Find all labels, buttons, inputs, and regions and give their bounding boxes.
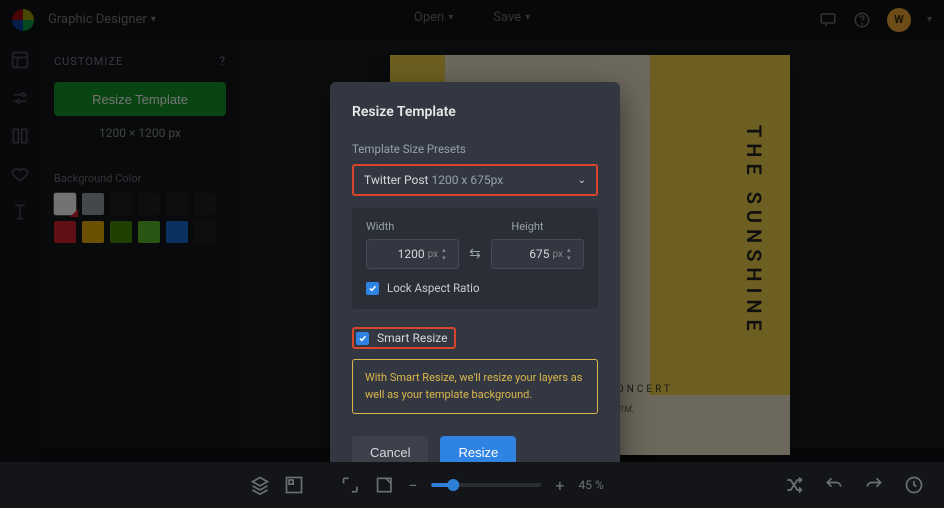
app-title-label: Graphic Designer [48, 12, 147, 27]
height-input[interactable]: 675 px ▴▾ [491, 239, 584, 269]
chevron-down-icon: ▾ [448, 12, 453, 23]
preset-label: Template Size Presets [352, 142, 598, 156]
text-icon[interactable] [10, 202, 30, 222]
app-title-dropdown[interactable]: Graphic Designer ▾ [48, 12, 156, 27]
stepper-icon[interactable]: ▴▾ [442, 246, 452, 262]
layout-icon[interactable] [10, 50, 30, 70]
grid-toggle-icon[interactable] [284, 475, 304, 495]
sliders-icon[interactable] [10, 88, 30, 108]
chevron-down-icon: ▾ [151, 14, 156, 25]
color-swatch[interactable] [166, 221, 188, 243]
chevron-down-icon[interactable]: ▾ [927, 14, 932, 25]
width-input[interactable]: 1200 px ▴▾ [366, 239, 459, 269]
chevron-down-icon: ▾ [525, 12, 530, 23]
layers-icon[interactable] [250, 475, 270, 495]
lock-aspect-checkbox[interactable]: Lock Aspect Ratio [366, 281, 584, 295]
columns-icon[interactable] [10, 126, 30, 146]
zoom-in-button[interactable]: + [555, 476, 564, 495]
art-title: THE SUNSHINE [742, 125, 766, 337]
avatar[interactable]: W [887, 8, 911, 32]
swap-dimensions-icon[interactable]: ⇆ [469, 246, 481, 262]
color-swatch[interactable] [194, 193, 216, 215]
color-swatch[interactable] [138, 193, 160, 215]
width-label: Width [366, 220, 439, 233]
shuffle-icon[interactable] [784, 475, 804, 495]
resize-template-button[interactable]: Resize Template [54, 82, 226, 116]
color-swatch[interactable] [82, 193, 104, 215]
open-menu[interactable]: Open▾ [414, 10, 453, 25]
color-swatch[interactable] [110, 193, 132, 215]
app-logo [12, 9, 34, 31]
zoom-level: 45 % [578, 478, 603, 492]
bg-color-label: Background Color [54, 172, 226, 185]
panel-header: CUSTOMIZE [54, 55, 123, 68]
history-icon[interactable] [904, 475, 924, 495]
template-size-readout: 1200 × 1200 px [54, 126, 226, 140]
preset-select[interactable]: Twitter Post 1200 x 675px ⌄ [352, 164, 598, 196]
smart-resize-checkbox[interactable]: Smart Resize [352, 327, 456, 349]
stepper-icon[interactable]: ▴▾ [567, 246, 577, 262]
undo-icon[interactable] [824, 475, 844, 495]
heart-icon[interactable] [10, 164, 30, 184]
save-menu[interactable]: Save▾ [493, 10, 530, 25]
color-swatch[interactable] [166, 193, 188, 215]
chevron-down-icon: ⌄ [578, 175, 586, 186]
height-label: Height [511, 220, 584, 233]
color-swatch[interactable] [194, 221, 216, 243]
color-swatch[interactable] [54, 221, 76, 243]
color-swatch[interactable] [138, 221, 160, 243]
color-swatch[interactable] [82, 221, 104, 243]
modal-title: Resize Template [352, 104, 598, 120]
zoom-slider[interactable] [431, 483, 541, 487]
fit-icon[interactable] [374, 475, 394, 495]
smart-resize-note: With Smart Resize, we'll resize your lay… [352, 359, 598, 414]
zoom-out-button[interactable]: − [408, 476, 417, 495]
expand-icon[interactable] [340, 475, 360, 495]
redo-icon[interactable] [864, 475, 884, 495]
resize-modal: Resize Template Template Size Presets Tw… [330, 82, 620, 488]
swatch-grid [54, 193, 226, 243]
color-swatch[interactable] [54, 193, 76, 215]
color-swatch[interactable] [110, 221, 132, 243]
help-icon[interactable] [853, 11, 871, 29]
comment-icon[interactable] [819, 11, 837, 29]
help-icon[interactable]: ? [219, 54, 226, 68]
